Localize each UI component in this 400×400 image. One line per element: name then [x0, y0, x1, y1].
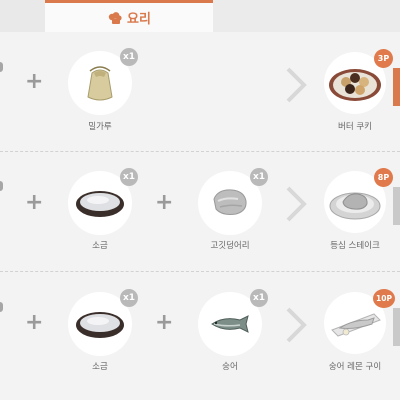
- plus-icon: +: [25, 69, 44, 94]
- ingredient-name: 숭어: [222, 362, 238, 372]
- recipe-row[interactable]: + x1 소금 + x1 고깃덩어리 8P 등심 스테이크: [0, 152, 400, 272]
- edge-marker: [0, 302, 3, 312]
- ingredient-name: 밀가루: [88, 122, 112, 132]
- recipe-list: + x1 밀가루 3P 버터 쿠키 + x1 소금 + x1 고깃덩어리 8P …: [0, 32, 400, 400]
- plus-icon: +: [155, 310, 174, 335]
- quantity-badge: x1: [250, 168, 268, 186]
- result-slot[interactable]: 10P: [324, 289, 395, 354]
- ingredient-slot[interactable]: x1: [198, 289, 268, 356]
- edge-marker: [0, 62, 3, 72]
- ingredient-name: 소금: [92, 241, 108, 251]
- tab-empty-area: [213, 0, 400, 32]
- tab-bar: 요리: [0, 0, 400, 32]
- mullet-fish-icon: [198, 315, 262, 360]
- result-name: 등심 스테이크: [330, 241, 380, 251]
- result-slot[interactable]: 8P: [324, 168, 393, 233]
- chef-icon: [107, 11, 123, 25]
- result-name: 버터 쿠키: [338, 122, 372, 132]
- ingredient-slot[interactable]: x1: [68, 289, 138, 356]
- salt-bowl-icon: [68, 312, 132, 360]
- plus-icon: +: [25, 310, 44, 335]
- ingredient-name: 고깃덩어리: [210, 241, 250, 251]
- chevron-right-icon: [286, 186, 307, 222]
- plus-icon: +: [25, 190, 44, 215]
- tab-cooking[interactable]: 요리: [45, 0, 213, 32]
- meat-chunk-icon: [198, 189, 262, 239]
- quantity-badge: x1: [120, 48, 138, 66]
- quantity-badge: x1: [120, 168, 138, 186]
- ingredient-slot[interactable]: x1: [68, 48, 138, 115]
- points-badge: 3P: [374, 49, 393, 68]
- chevron-right-icon: [286, 67, 307, 103]
- steak-plate-icon: [324, 192, 386, 237]
- ingredient-name: 소금: [92, 362, 108, 372]
- points-badge: 10P: [373, 289, 395, 308]
- grilled-fish-plate-icon: [324, 313, 386, 358]
- quantity-badge: x1: [120, 289, 138, 307]
- recipe-row[interactable]: + x1 밀가루 3P 버터 쿠키: [0, 32, 400, 152]
- recipe-row[interactable]: + x1 소금 + x1 숭어 10P 숭어 레몬 구이: [0, 272, 400, 392]
- result-name: 숭어 레몬 구이: [328, 362, 382, 372]
- edge-marker: [0, 181, 3, 191]
- side-tab-indicator: [393, 308, 400, 346]
- flour-sack-icon: [68, 66, 132, 119]
- ingredient-slot[interactable]: x1: [68, 168, 138, 235]
- quantity-badge: x1: [250, 289, 268, 307]
- side-tab-indicator: [393, 187, 400, 225]
- plus-icon: +: [155, 190, 174, 215]
- result-slot[interactable]: 3P: [324, 49, 393, 114]
- points-badge: 8P: [374, 168, 393, 187]
- side-tab-indicator: [393, 68, 400, 106]
- chevron-right-icon: [286, 307, 307, 343]
- butter-cookie-plate-icon: [324, 69, 386, 118]
- salt-bowl-icon: [68, 191, 132, 239]
- tab-cooking-label: 요리: [127, 12, 151, 27]
- ingredient-slot[interactable]: x1: [198, 168, 268, 235]
